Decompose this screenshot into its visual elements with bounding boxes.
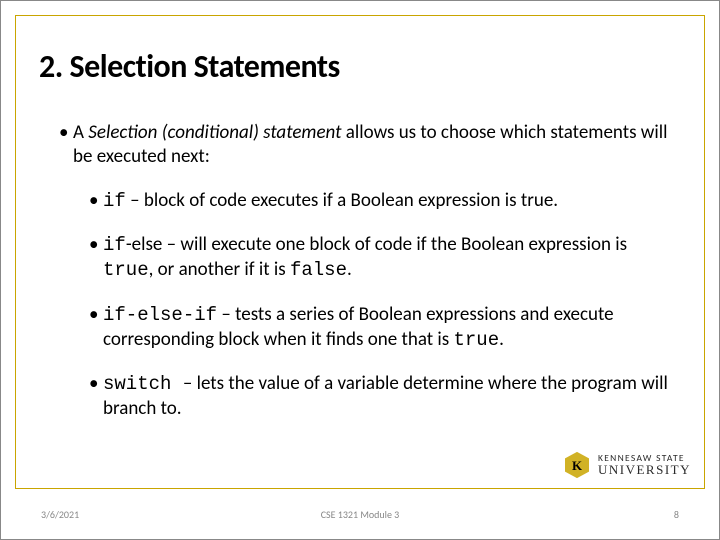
code-keyword: false <box>290 259 347 281</box>
intro-prefix: A <box>73 121 88 144</box>
sub-bullet-list: • if – block of code executes if a Boole… <box>59 189 679 421</box>
svg-text:K: K <box>572 458 583 473</box>
slide-title: 2. Selection Statements <box>39 47 340 86</box>
bullet-icon: • <box>89 303 103 353</box>
code-keyword: true <box>103 259 149 281</box>
logo-line2: UNIVERSITY <box>598 463 691 476</box>
bullet-icon: • <box>89 372 103 421</box>
dash: – <box>217 303 235 326</box>
intro-bullet-row: • A Selection (conditional) statement al… <box>59 121 679 169</box>
bullet-icon: • <box>59 121 73 169</box>
item-rest: block of code executes if a Boolean expr… <box>144 189 558 212</box>
university-logo: K KENNESAW STATE UNIVERSITY <box>562 451 691 479</box>
code-keyword: if-else-if <box>103 304 217 326</box>
code-keyword: true <box>454 329 500 351</box>
frag: . <box>499 328 504 351</box>
logo-text: KENNESAW STATE UNIVERSITY <box>598 454 691 477</box>
list-item: • if-else-if – tests a series of Boolean… <box>89 303 679 353</box>
code-keyword: switch <box>103 373 183 395</box>
dash: – <box>126 189 144 212</box>
frag: -else – will execute one block of code i… <box>126 233 627 256</box>
bullet-icon: • <box>89 233 103 283</box>
item-text: if-else-if – tests a series of Boolean e… <box>103 303 679 353</box>
item-text: if – block of code executes if a Boolean… <box>103 189 679 214</box>
code-keyword: if <box>103 190 126 212</box>
content-area: • A Selection (conditional) statement al… <box>59 121 679 441</box>
code-keyword: if <box>103 234 126 256</box>
dash: – <box>183 372 197 395</box>
bullet-icon: • <box>89 189 103 214</box>
frag: . <box>347 258 352 281</box>
list-item: • switch – lets the value of a variable … <box>89 372 679 421</box>
list-item: • if – block of code executes if a Boole… <box>89 189 679 214</box>
item-text: if-else – will execute one block of code… <box>103 233 679 283</box>
slide: 2. Selection Statements • A Selection (c… <box>0 0 720 540</box>
intro-emphasis: Selection (conditional) statement <box>88 121 341 144</box>
footer-center: CSE 1321 Module 3 <box>1 508 719 521</box>
footer-page-number: 8 <box>674 508 679 521</box>
logo-icon: K <box>562 451 592 479</box>
list-item: • if-else – will execute one block of co… <box>89 233 679 283</box>
intro-text: A Selection (conditional) statement allo… <box>73 121 679 169</box>
frag: , or another if it is <box>149 258 290 281</box>
item-text: switch – lets the value of a variable de… <box>103 372 679 421</box>
